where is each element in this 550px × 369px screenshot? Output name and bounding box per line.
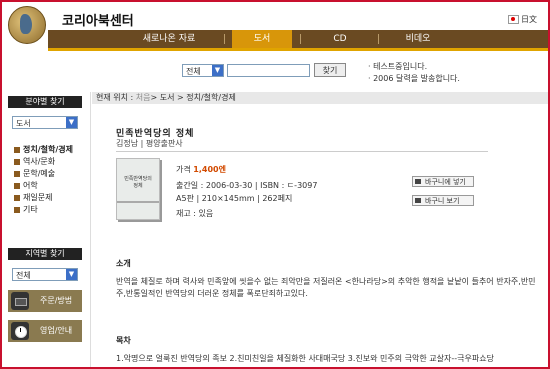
book-cover-image: 민족반역당의 정체: [116, 158, 160, 220]
bullet-icon: [14, 158, 20, 165]
category-label: 재일문제: [23, 193, 53, 202]
category-label: 어학: [23, 181, 38, 190]
category-label: 역사/문화: [23, 157, 56, 166]
cart-icon: [11, 292, 29, 310]
language-label: 日文: [521, 15, 537, 24]
logo-emblem-icon[interactable]: [8, 6, 46, 44]
price-value: 1,400엔: [193, 165, 226, 174]
nav-divider: [224, 34, 225, 44]
nav-divider: [300, 34, 301, 44]
breadcrumb-path: > 도서 > 정치/철학/경제: [150, 93, 236, 102]
order-guide-label: 주문/방법: [40, 296, 73, 305]
divider: [116, 151, 488, 152]
search-scope-select[interactable]: 전체 ▼: [182, 64, 224, 77]
search-button[interactable]: 찾기: [314, 63, 346, 77]
price-row: 가격 1,400엔: [176, 164, 226, 175]
view-cart-button[interactable]: 바구니 보기: [412, 195, 474, 206]
nav-books[interactable]: 도서: [232, 30, 292, 48]
language-link[interactable]: 日文: [508, 14, 537, 25]
category-item[interactable]: 기타: [14, 204, 38, 215]
notice-item[interactable]: · 2006 달력을 발송합니다.: [368, 73, 460, 84]
main-nav: 새로나온 자료 도서 CD 비데오: [48, 30, 548, 51]
add-to-cart-label: 바구니에 넣기: [425, 178, 466, 186]
category-section-title: 분야별 찾기: [8, 96, 82, 108]
chevron-down-icon: ▼: [66, 269, 77, 280]
book-author: 김정남 | 평양출판사: [116, 139, 183, 148]
notice-item[interactable]: · 테스트중입니다.: [368, 61, 427, 72]
category-label: 기타: [23, 205, 38, 214]
page-frame: 코리아북센터 日文 새로나온 자료 도서 CD 비데오 전체 ▼ 찾기 · 테스…: [0, 0, 550, 369]
region-select-value: 전체: [16, 271, 31, 280]
add-to-cart-button[interactable]: 바구니에 넣기: [412, 176, 474, 187]
bullet-icon: [14, 194, 20, 201]
category-label: 문학/예술: [23, 169, 56, 178]
cart-icon: [415, 179, 421, 184]
nav-cd[interactable]: CD: [310, 30, 370, 48]
category-select-value: 도서: [16, 119, 31, 128]
category-item[interactable]: 문학/예술: [14, 168, 55, 179]
bullet-icon: [14, 146, 20, 153]
bullet-icon: [14, 206, 20, 213]
breadcrumb-home-link[interactable]: 처음: [136, 93, 151, 102]
nav-new-items[interactable]: 새로나온 자료: [124, 30, 214, 48]
cover-title: 민족반역당의 정체: [124, 176, 152, 189]
chevron-down-icon: ▼: [66, 117, 77, 128]
arrow-right-icon: [415, 198, 421, 203]
bullet-icon: [14, 182, 20, 189]
column-divider: [90, 92, 91, 367]
category-item[interactable]: 어학: [14, 180, 38, 191]
search-input[interactable]: [227, 64, 310, 77]
business-info-button[interactable]: 영업/안내: [8, 320, 82, 342]
category-item[interactable]: 재일문제: [14, 192, 52, 203]
order-guide-button[interactable]: 주문/방법: [8, 290, 82, 312]
breadcrumb-label: 현재 위치 :: [96, 93, 134, 102]
category-select[interactable]: 도서 ▼: [12, 116, 78, 129]
format-info: A5판 | 210×145mm | 262페지: [176, 194, 293, 203]
site-brand[interactable]: 코리아북센터: [62, 10, 134, 29]
map-icon: [20, 14, 32, 34]
intro-text: 반역을 체질로 하며 력사와 민족앞에 씻을수 없는 죄악만을 저질러온 <한나…: [116, 277, 536, 298]
chevron-down-icon: ▼: [212, 65, 223, 76]
stock-info: 재고 : 있음: [176, 209, 214, 218]
view-cart-label: 바구니 보기: [425, 197, 460, 205]
publish-info: 출간일 : 2006-03-30 | ISBN : ㄷ-3097: [176, 181, 318, 190]
toc-heading: 목차: [116, 336, 131, 345]
breadcrumb: 현재 위치 : 처음> 도서 > 정치/철학/경제: [92, 92, 548, 104]
region-section-title: 지역별 찾기: [8, 248, 82, 260]
bullet-icon: [14, 170, 20, 177]
region-select[interactable]: 전체 ▼: [12, 268, 78, 281]
business-info-label: 영업/안내: [40, 326, 73, 335]
toc-text: 1.악명으로 얼룩진 반역당의 족보 2.친미친일을 체질화한 사대매국당 3.…: [116, 354, 494, 363]
cover-stripe: [117, 201, 159, 203]
header: 코리아북센터 日文 새로나온 자료 도서 CD 비데오: [2, 2, 548, 51]
nav-video[interactable]: 비데오: [388, 30, 448, 48]
search-scope-value: 전체: [186, 67, 201, 76]
category-item[interactable]: 정치/철학/경제: [14, 144, 73, 155]
category-label: 정치/철학/경제: [23, 145, 74, 154]
intro-heading: 소개: [116, 259, 131, 268]
clock-icon: [11, 322, 29, 340]
price-label: 가격: [176, 165, 191, 174]
nav-divider: [378, 34, 379, 44]
japan-flag-icon: [508, 15, 519, 24]
category-item[interactable]: 역사/문화: [14, 156, 55, 167]
